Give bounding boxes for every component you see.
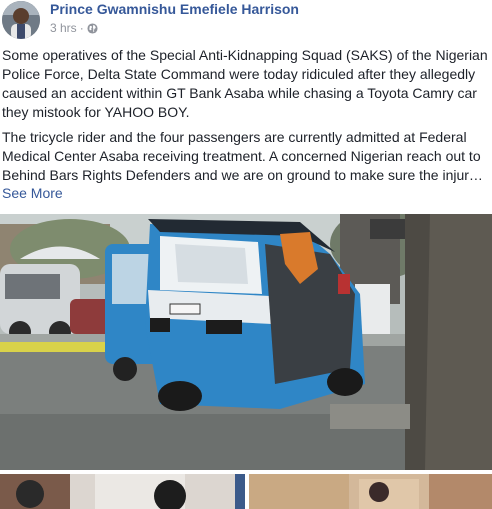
meta-separator: · <box>79 21 84 35</box>
post-header: Prince Gwamnishu Emefiele Harrison 3 hrs… <box>0 0 492 42</box>
post-timestamp[interactable]: 3 hrs <box>50 21 77 35</box>
see-more-link[interactable]: See More <box>2 185 63 201</box>
post-paragraph-1: Some operatives of the Special Anti-Kidn… <box>2 47 488 120</box>
thumbnail-image <box>249 474 492 509</box>
post-photo-thumb-2[interactable] <box>249 474 492 509</box>
author-name[interactable]: Prince Gwamnishu Emefiele Harrison <box>50 1 299 17</box>
avatar-image <box>2 1 40 39</box>
tricycle-accident-photo <box>0 214 492 470</box>
avatar[interactable] <box>2 1 40 39</box>
post-paragraph-2: The tricycle rider and the four passenge… <box>2 129 483 183</box>
globe-icon[interactable] <box>87 22 98 34</box>
thumbnail-image <box>0 474 245 509</box>
post-body: Some operatives of the Special Anti-Kidn… <box>2 46 492 185</box>
post-photo-main[interactable] <box>0 214 492 470</box>
post-photo-thumb-1[interactable] <box>0 474 245 509</box>
post-meta: 3 hrs · <box>50 21 98 35</box>
